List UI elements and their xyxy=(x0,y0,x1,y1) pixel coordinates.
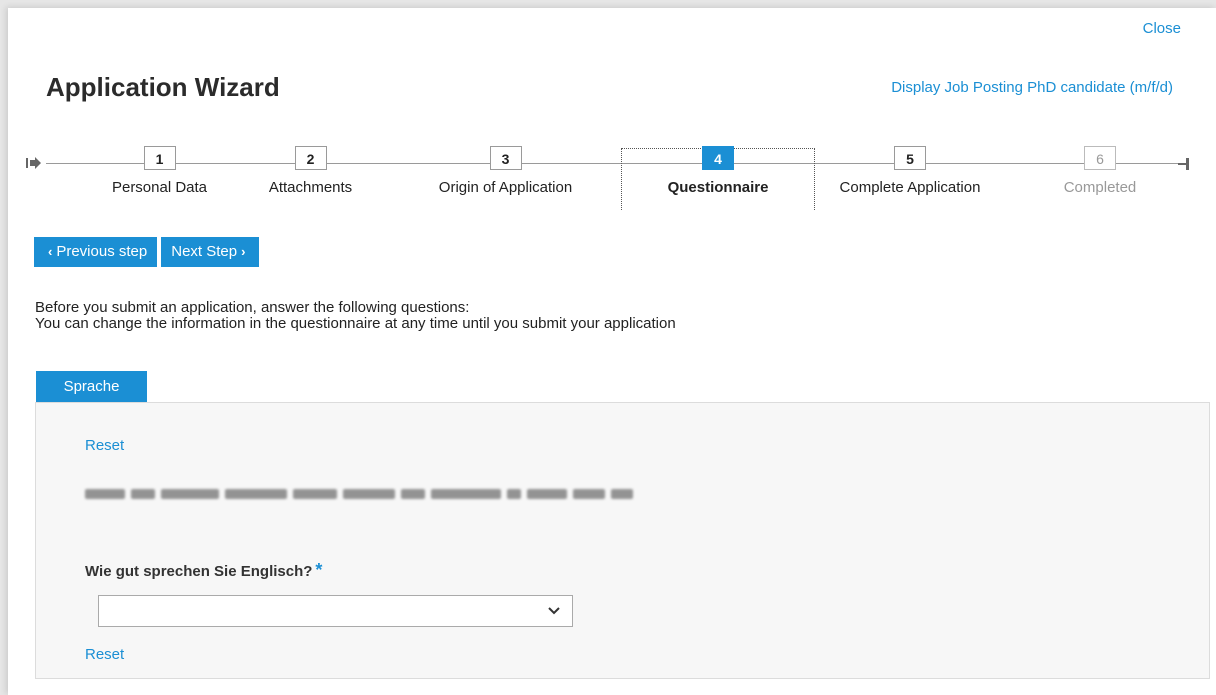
job-posting-title: PhD candidate (m/f/d) xyxy=(1027,79,1173,96)
step-origin-of-application[interactable]: 3 Origin of Application xyxy=(418,146,593,196)
question-english-level: Wie gut sprechen Sie Englisch? * xyxy=(85,560,322,581)
redacted-text xyxy=(85,489,735,499)
step-complete-application[interactable]: 5 Complete Application xyxy=(820,146,1000,196)
question-label: Wie gut sprechen Sie Englisch? xyxy=(85,563,313,580)
step-label: Origin of Application xyxy=(438,179,573,196)
display-job-posting-link[interactable]: Display Job Posting xyxy=(891,79,1023,96)
chevron-down-icon xyxy=(548,607,560,615)
step-number: 4 xyxy=(702,146,734,170)
next-step-label: Next Step xyxy=(171,243,238,260)
next-step-button[interactable]: Next Step › xyxy=(161,237,260,267)
step-number: 3 xyxy=(489,146,522,170)
reset-link-top[interactable]: Reset xyxy=(85,437,124,454)
chevron-right-icon: › xyxy=(241,244,246,259)
step-end-icon xyxy=(1178,158,1189,170)
step-label: Personal Data xyxy=(111,179,208,196)
questionnaire-panel: Reset Wie gut sprechen Sie Englisch? * Re… xyxy=(35,402,1210,679)
wizard-nav-buttons: ‹ Previous step Next Step › xyxy=(34,237,263,267)
step-number: 6 xyxy=(1084,146,1116,170)
chevron-left-icon: ‹ xyxy=(48,244,53,259)
step-label: Completed xyxy=(1063,179,1137,196)
application-wizard-dialog: Close Application Wizard Display Job Pos… xyxy=(8,8,1216,695)
step-attachments[interactable]: 2 Attachments xyxy=(249,146,372,196)
step-label: Attachments xyxy=(268,179,353,196)
step-start-icon xyxy=(26,157,41,169)
step-number: 5 xyxy=(894,146,926,170)
job-posting-header: Display Job Posting PhD candidate (m/f/d… xyxy=(891,79,1173,96)
previous-step-label: Previous step xyxy=(56,243,148,260)
tab-sprache[interactable]: Sprache xyxy=(36,371,147,403)
step-label: Complete Application xyxy=(839,179,981,196)
intro-text: Before you submit an application, answer… xyxy=(35,300,676,332)
intro-line-1: Before you submit an application, answer… xyxy=(35,299,470,316)
wizard-stepper: 1 Personal Data 2 Attachments 3 Origin o… xyxy=(8,146,1216,216)
english-level-select[interactable] xyxy=(98,595,573,627)
page-title: Application Wizard xyxy=(46,72,280,102)
required-marker: * xyxy=(315,560,323,580)
step-number: 2 xyxy=(294,146,327,170)
step-personal-data[interactable]: 1 Personal Data xyxy=(97,146,222,196)
step-number: 1 xyxy=(143,146,176,170)
close-link[interactable]: Close xyxy=(1143,20,1181,37)
previous-step-button[interactable]: ‹ Previous step xyxy=(34,237,158,267)
intro-line-2: You can change the information in the qu… xyxy=(35,315,676,332)
step-completed: 6 Completed xyxy=(1052,146,1148,196)
reset-link-bottom[interactable]: Reset xyxy=(85,646,124,663)
